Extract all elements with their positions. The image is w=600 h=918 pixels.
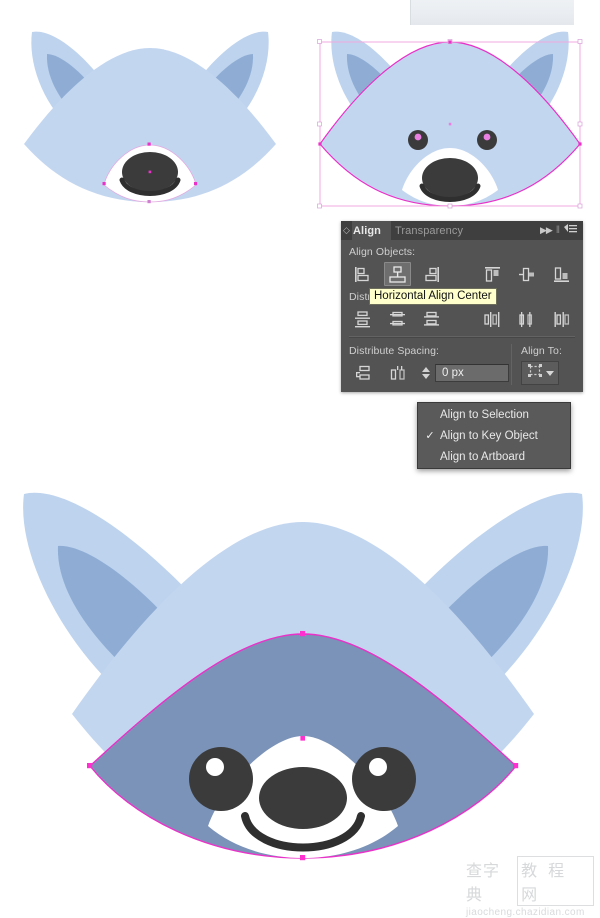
tab-align[interactable]: Align <box>352 221 391 240</box>
align-to-key-object-icon <box>527 363 544 384</box>
vertical-distribute-center-button[interactable] <box>384 307 412 331</box>
distribute-spacing-group: Distribute Spacing: 0 px <box>349 344 509 385</box>
vertical-distribute-top-button[interactable] <box>349 307 377 331</box>
stepper-up-arrow-icon[interactable] <box>421 367 430 372</box>
nose <box>422 158 478 198</box>
stepper-down-arrow-icon[interactable] <box>421 374 430 379</box>
editor-canvas: ◇ Align Transparency ▶▶ ‖ Align Objects:… <box>0 0 600 918</box>
menu-item-align-to-key-object[interactable]: ✓ Align to Key Object <box>418 425 570 446</box>
spacing-value-input[interactable]: 0 px <box>435 364 509 382</box>
horizontal-align-right-button[interactable] <box>418 262 446 286</box>
eye-right-anchor[interactable] <box>483 133 491 141</box>
vertical-align-bottom-button[interactable] <box>547 262 575 286</box>
anchor-point[interactable] <box>102 182 106 186</box>
vertical-align-top-button[interactable] <box>478 262 506 286</box>
align-panel-body: Align Objects: Distribute Spacing: 0 px … <box>341 240 583 392</box>
panel-tab-bar[interactable]: ◇ Align Transparency ▶▶ ‖ <box>341 221 583 240</box>
panel-divider <box>349 336 575 338</box>
vertical-distribute-space-button[interactable] <box>349 361 377 385</box>
horizontal-distribute-right-button[interactable] <box>547 307 575 331</box>
menu-item-align-to-artboard[interactable]: Align to Artboard <box>418 446 570 467</box>
double-chevron-right-icon[interactable]: ▶▶ <box>540 225 553 236</box>
tab-align-label: Align <box>353 224 381 237</box>
artwork-top-left[interactable] <box>0 10 300 215</box>
eye-left-pupil <box>189 747 253 811</box>
menu-item-label: Align to Key Object <box>440 429 538 442</box>
align-objects-label: Align Objects: <box>349 246 416 258</box>
align-objects-buttons[interactable] <box>349 262 575 286</box>
spacing-stepper-wrap[interactable]: 0 px <box>419 363 509 383</box>
spacing-and-align-to-row: Distribute Spacing: 0 px Align To: <box>349 344 575 385</box>
align-to-dropdown-button[interactable] <box>521 361 559 385</box>
anchor-point[interactable] <box>300 855 306 861</box>
check-icon: ✓ <box>425 430 435 442</box>
panel-menu-icon[interactable] <box>564 222 577 240</box>
anchor-point[interactable] <box>578 142 582 146</box>
tab-bar-spacer <box>472 221 541 240</box>
center-anchor-point[interactable] <box>300 736 305 741</box>
anchor-point[interactable] <box>147 142 151 146</box>
anchor-point[interactable] <box>147 200 151 204</box>
align-to-dropdown-menu[interactable]: Align to Selection ✓ Align to Key Object… <box>417 402 571 469</box>
distribute-objects-buttons[interactable] <box>349 307 575 331</box>
anchor-point[interactable] <box>87 763 93 769</box>
center-anchor-point[interactable] <box>448 122 452 126</box>
menu-item-label: Align to Artboard <box>440 450 526 463</box>
vertical-distribute-bottom-button[interactable] <box>418 307 446 331</box>
anchor-point[interactable] <box>513 763 519 769</box>
artwork-bottom-large[interactable] <box>6 466 600 886</box>
watermark-url: jiaocheng.chazidian.com <box>466 907 585 918</box>
horizontal-distribute-space-button[interactable] <box>384 361 412 385</box>
menu-item-label: Align to Selection <box>440 408 529 421</box>
tab-transparency-label: Transparency <box>395 224 464 237</box>
eye-right-highlight <box>369 758 387 776</box>
background-panel-fragment <box>410 0 574 25</box>
eye-right-pupil <box>352 747 416 811</box>
artwork-top-right[interactable] <box>300 10 600 220</box>
panel-header-tools[interactable]: ▶▶ ‖ <box>540 221 583 240</box>
tooltip-horizontal-align-center: Horizontal Align Center <box>369 288 497 305</box>
distribute-spacing-buttons[interactable]: 0 px <box>349 361 509 385</box>
distribute-spacing-label: Distribute Spacing: <box>349 345 440 357</box>
tab-transparency[interactable]: Transparency <box>391 221 472 240</box>
eye-left-anchor[interactable] <box>414 133 422 141</box>
anchor-point[interactable] <box>448 40 452 44</box>
align-to-group: Align To: <box>511 344 575 385</box>
menu-item-align-to-selection[interactable]: Align to Selection <box>418 404 570 425</box>
anchor-point[interactable] <box>194 182 198 186</box>
spacing-value-stepper[interactable] <box>419 363 432 383</box>
anchor-point[interactable] <box>318 142 322 146</box>
align-panel[interactable]: ◇ Align Transparency ▶▶ ‖ Align Objects:… <box>341 221 583 392</box>
horizontal-align-left-button[interactable] <box>349 262 377 286</box>
eye-left-highlight <box>206 758 224 776</box>
horizontal-distribute-center-button[interactable] <box>513 307 541 331</box>
center-anchor-point[interactable] <box>148 170 152 174</box>
vertical-align-center-button[interactable] <box>513 262 541 286</box>
horizontal-distribute-left-button[interactable] <box>478 307 506 331</box>
nose-visible <box>259 767 347 829</box>
caret-down-icon[interactable] <box>545 370 554 376</box>
vertical-divider-icon: ‖ <box>555 225 560 236</box>
panel-grip-diamond-icon[interactable]: ◇ <box>341 221 352 240</box>
horizontal-align-center-button[interactable] <box>383 262 412 286</box>
anchor-point[interactable] <box>300 631 306 637</box>
align-to-label: Align To: <box>521 345 562 357</box>
